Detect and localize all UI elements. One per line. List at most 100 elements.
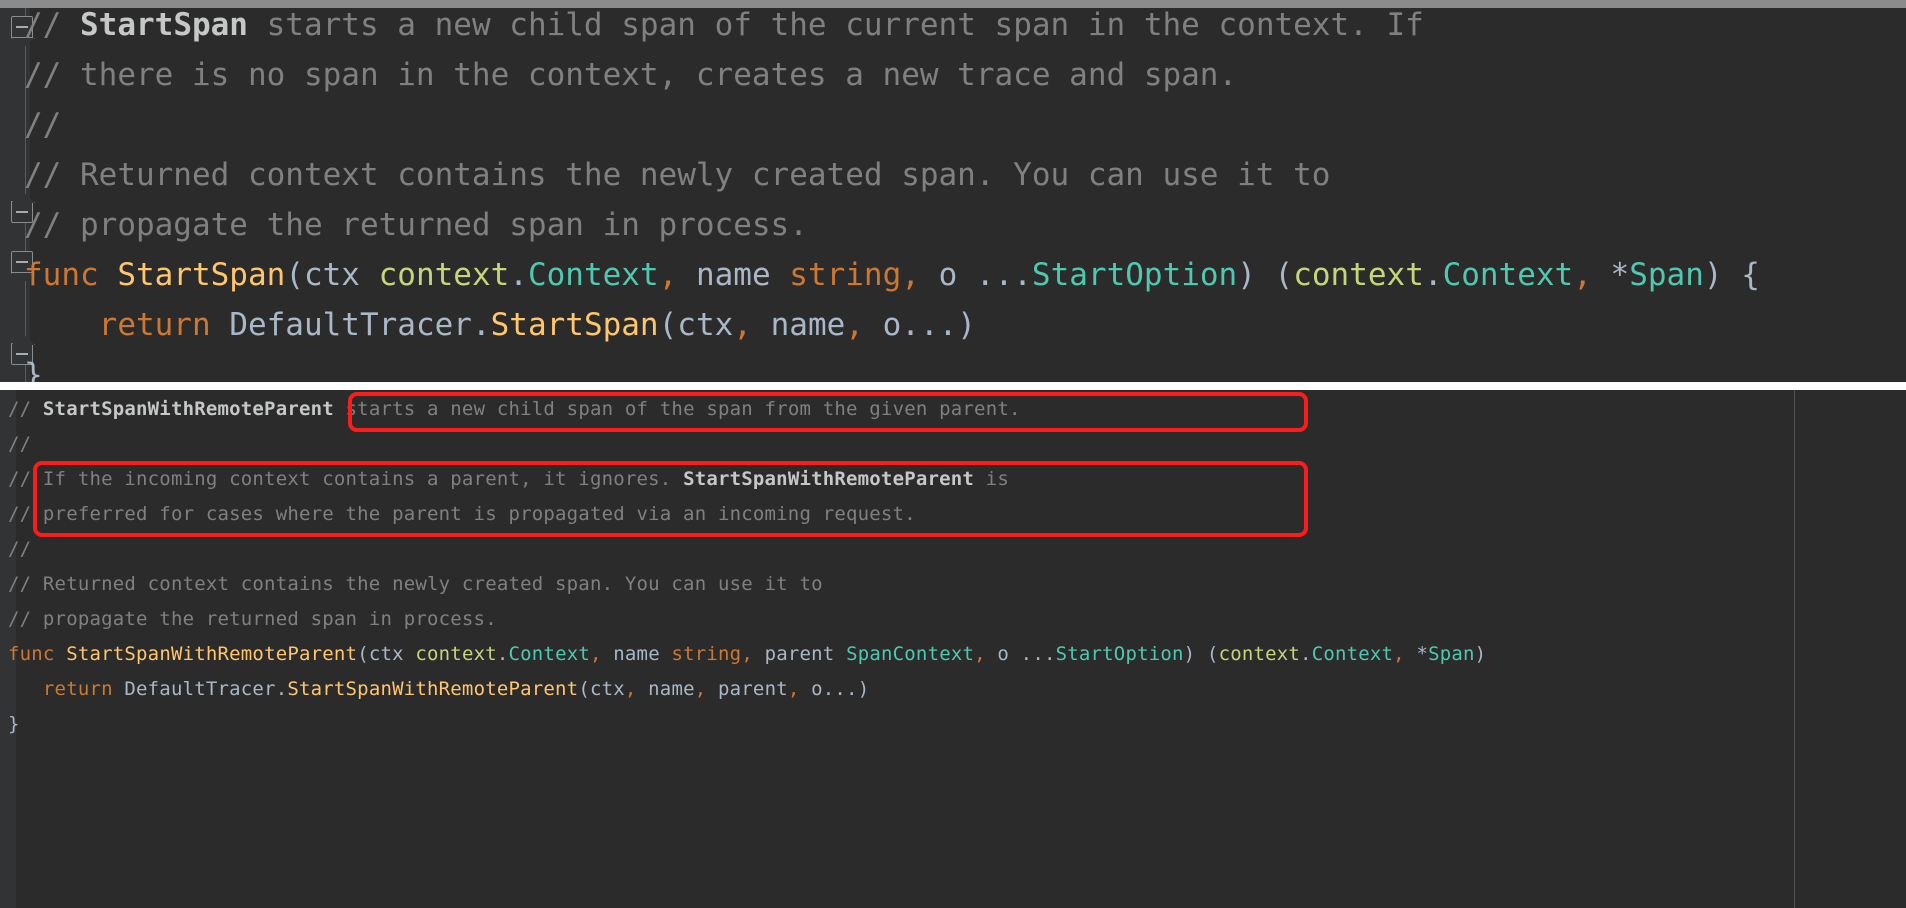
code-token: name bbox=[677, 257, 790, 293]
code-line[interactable]: // StartSpan starts a new child span of … bbox=[24, 8, 1424, 50]
code-token: } bbox=[24, 357, 43, 382]
code-line[interactable]: func StartSpan(ctx context.Context, name… bbox=[24, 250, 1760, 300]
code-token: Context bbox=[1442, 257, 1574, 293]
code-token: , bbox=[845, 307, 864, 343]
code-token: context bbox=[1218, 643, 1301, 665]
code-token: Span bbox=[1428, 643, 1475, 665]
code-token: context bbox=[378, 257, 510, 293]
code-token: ctx bbox=[589, 678, 625, 700]
code-line[interactable]: // there is no span in the context, crea… bbox=[24, 50, 1237, 100]
code-token: , bbox=[1393, 643, 1405, 665]
code-line[interactable]: // preferred for cases where the parent … bbox=[8, 497, 916, 531]
code-line[interactable]: // If the incoming context contains a pa… bbox=[8, 462, 1009, 496]
code-token: , bbox=[733, 307, 752, 343]
code-line[interactable]: // bbox=[8, 532, 31, 566]
code-token: * bbox=[1404, 643, 1429, 665]
code-line[interactable]: // bbox=[24, 100, 61, 150]
code-token: Span bbox=[1629, 257, 1704, 293]
code-token: // If the incoming context contains a pa… bbox=[8, 468, 684, 490]
code-token: StartSpanWithRemoteParent bbox=[683, 468, 975, 490]
code-token: . bbox=[1300, 643, 1312, 665]
code-token: , bbox=[741, 643, 753, 665]
code-token: starts a new child span of the span from… bbox=[333, 398, 1021, 420]
code-token: , bbox=[787, 678, 800, 700]
code-line[interactable]: return DefaultTracer.StartSpanWithRemote… bbox=[8, 672, 869, 706]
code-token: , bbox=[901, 257, 920, 293]
code-token: StartSpan bbox=[80, 8, 248, 43]
code-line[interactable]: // propagate the returned span in proces… bbox=[8, 602, 497, 636]
code-line[interactable]: func StartSpanWithRemoteParent(ctx conte… bbox=[8, 637, 1486, 671]
editor-pane-top[interactable]: // StartSpan starts a new child span of … bbox=[0, 8, 1906, 382]
code-token: ( bbox=[285, 257, 304, 293]
code-token: StartSpanWithRemoteParent bbox=[287, 678, 579, 700]
code-token: // there is no span in the context, crea… bbox=[24, 57, 1238, 93]
code-token: ( bbox=[578, 678, 590, 700]
code-line[interactable]: } bbox=[8, 707, 20, 741]
code-line[interactable]: // bbox=[8, 427, 31, 461]
code-token: // Returned context contains the newly c… bbox=[8, 573, 823, 595]
code-token: string bbox=[789, 257, 902, 293]
code-token: , bbox=[624, 678, 637, 700]
code-token: DefaultTracer bbox=[229, 307, 472, 343]
code-line[interactable]: // StartSpanWithRemoteParent starts a ne… bbox=[8, 392, 1021, 426]
code-token: , bbox=[658, 257, 678, 293]
editor-pane-bottom[interactable]: // StartSpanWithRemoteParent starts a ne… bbox=[0, 390, 1906, 908]
code-token: ) ( bbox=[1183, 643, 1219, 665]
clipped-line-sliver bbox=[0, 0, 1906, 8]
code-token: // bbox=[8, 398, 43, 420]
code-token: // bbox=[24, 107, 62, 143]
code-line[interactable]: // Returned context contains the newly c… bbox=[24, 150, 1330, 200]
code-line[interactable]: // Returned context contains the newly c… bbox=[8, 567, 823, 601]
code-token: // bbox=[8, 538, 32, 560]
code-token: return bbox=[24, 307, 230, 343]
code-token: func bbox=[24, 257, 118, 293]
code-token: // preferred for cases where the parent … bbox=[8, 503, 916, 525]
code-token: ) { bbox=[1703, 257, 1760, 293]
code-token: // bbox=[8, 433, 32, 455]
code-token: SpanContext bbox=[846, 643, 975, 665]
screenshot-root: // StartSpan starts a new child span of … bbox=[0, 0, 1906, 908]
code-token: , bbox=[1573, 257, 1592, 293]
code-token: parent bbox=[752, 643, 847, 665]
code-token: DefaultTracer bbox=[124, 678, 276, 700]
code-token: . bbox=[275, 678, 288, 700]
code-token: ctx bbox=[303, 257, 379, 293]
code-token: ) bbox=[1474, 643, 1487, 665]
code-token: // propagate the returned span in proces… bbox=[8, 608, 497, 630]
code-line[interactable]: return DefaultTracer.StartSpan(ctx, name… bbox=[24, 300, 976, 350]
code-token: StartSpanWithRemoteParent bbox=[66, 643, 358, 665]
code-token: o...) bbox=[863, 307, 976, 343]
code-token: // bbox=[24, 8, 80, 43]
code-token: ctx bbox=[677, 307, 734, 343]
code-token: ( bbox=[658, 307, 678, 343]
code-token: ctx bbox=[368, 643, 416, 665]
code-token: o...) bbox=[799, 678, 870, 700]
code-token: StartSpanWithRemoteParent bbox=[42, 398, 334, 420]
code-token: // Returned context contains the newly c… bbox=[24, 157, 1331, 193]
code-token: StartSpan bbox=[117, 257, 286, 293]
code-token: string bbox=[671, 643, 742, 665]
code-token: ) ( bbox=[1237, 257, 1294, 293]
code-token: o ... bbox=[919, 257, 1032, 293]
code-token: func bbox=[8, 643, 67, 665]
code-token: . bbox=[1423, 257, 1443, 293]
code-token: Context bbox=[508, 643, 590, 665]
code-token: ( bbox=[357, 643, 369, 665]
code-line[interactable]: // propagate the returned span in proces… bbox=[24, 200, 808, 250]
code-token: context bbox=[415, 643, 497, 665]
code-token: } bbox=[8, 713, 20, 735]
code-token: name bbox=[636, 678, 695, 700]
code-token: StartOption bbox=[1031, 257, 1238, 293]
code-line[interactable]: } bbox=[24, 350, 43, 382]
code-token: . bbox=[509, 257, 528, 293]
code-token: starts a new child span of the current s… bbox=[247, 8, 1424, 43]
code-token: return bbox=[8, 678, 125, 700]
right-margin-ruler bbox=[1794, 390, 1795, 908]
code-token: name bbox=[751, 307, 846, 343]
code-token: Context bbox=[1311, 643, 1394, 665]
code-token: . bbox=[471, 307, 491, 343]
code-token: , bbox=[694, 678, 707, 700]
code-token: StartSpan bbox=[490, 307, 659, 343]
code-token: name bbox=[601, 643, 672, 665]
code-token: is bbox=[974, 468, 1009, 490]
